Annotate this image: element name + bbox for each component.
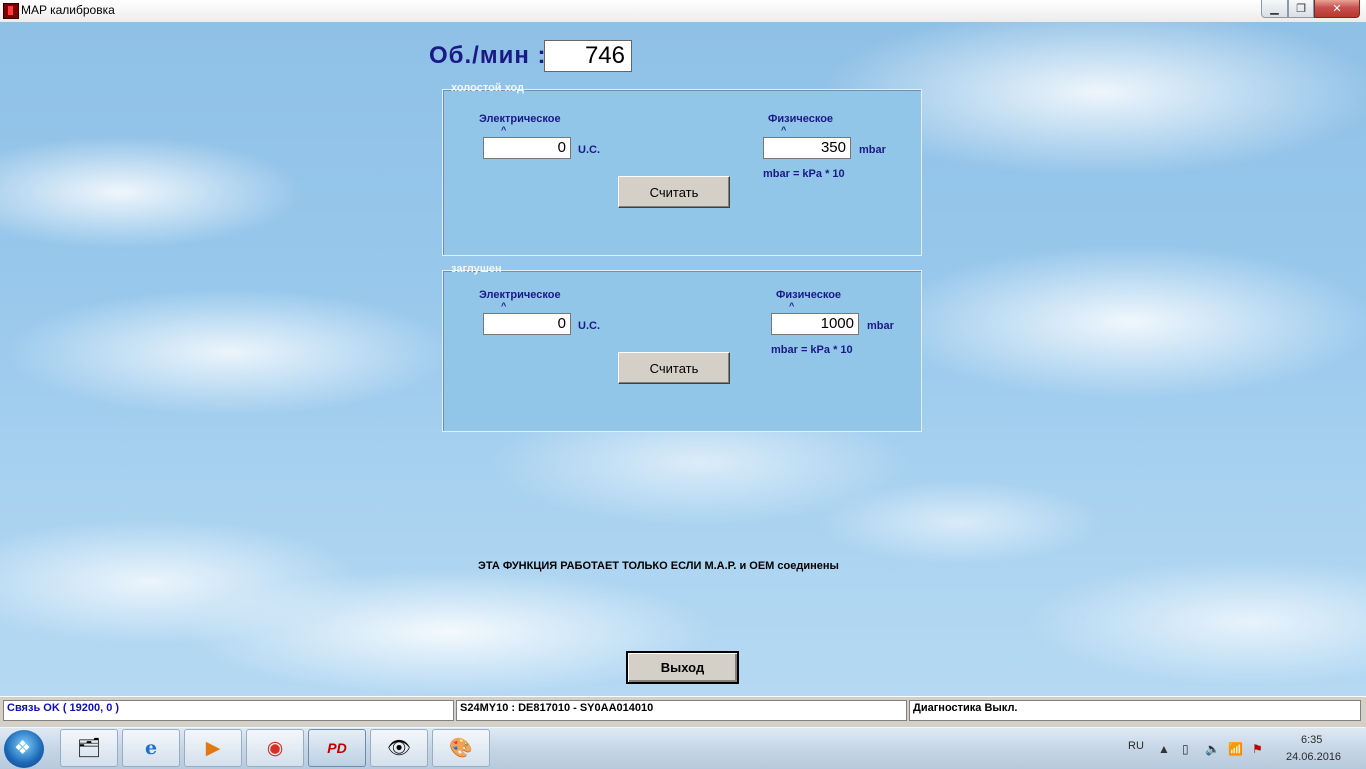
- stopped-physical-label: Физическое: [776, 289, 842, 301]
- idle-physical-label: Физическое: [768, 113, 834, 125]
- internet-explorer-icon[interactable]: e: [122, 729, 180, 767]
- stopped-electrical-label: Электрическое: [479, 289, 561, 301]
- volume-icon[interactable]: 🔈: [1205, 742, 1220, 756]
- maximize-button[interactable]: ❐: [1288, 0, 1314, 18]
- clock-date[interactable]: 24.06.2016: [1286, 751, 1341, 763]
- pd-app-icon[interactable]: PD: [308, 729, 366, 767]
- paint-icon[interactable]: 🎨: [432, 729, 490, 767]
- caret-mark: ^: [501, 301, 507, 311]
- idle-panel: холостой ход Электрическое ^ 0 U.C. Физи…: [442, 82, 922, 256]
- idle-physical-formula: mbar = kPa * 10: [763, 168, 845, 180]
- app-icon: [3, 3, 19, 19]
- minimize-button[interactable]: ▁: [1261, 0, 1288, 18]
- calibration-window: Об./мин : 746 холостой ход Электрическое…: [0, 22, 1366, 696]
- stopped-electrical-input[interactable]: 0: [483, 313, 571, 335]
- explorer-icon[interactable]: 🗂: [60, 729, 118, 767]
- stopped-physical-unit: mbar: [867, 320, 894, 332]
- idle-electrical-input[interactable]: 0: [483, 137, 571, 159]
- stopped-read-button[interactable]: Считать: [618, 352, 730, 384]
- exit-button[interactable]: Выход: [626, 651, 739, 684]
- action-center-icon[interactable]: ⚑: [1252, 742, 1263, 756]
- show-hidden-icons-icon[interactable]: ▲: [1158, 742, 1170, 756]
- title-bar: MAP калибровка ▁ ❐ ✕: [0, 0, 1366, 23]
- ecu-status: S24MY10 : DE817010 - SY0AA014010: [456, 700, 907, 721]
- stopped-panel: заглушен Электрическое ^ 0 U.C. Физическ…: [442, 263, 922, 432]
- chrome-icon[interactable]: ◉: [246, 729, 304, 767]
- media-player-icon[interactable]: ▶: [184, 729, 242, 767]
- language-indicator[interactable]: RU: [1128, 740, 1144, 752]
- idle-read-button[interactable]: Считать: [618, 176, 730, 208]
- caret-mark: ^: [501, 125, 507, 135]
- close-button[interactable]: ✕: [1314, 0, 1360, 18]
- stopped-electrical-unit: U.C.: [578, 320, 600, 332]
- rpm-display: 746: [544, 40, 632, 72]
- rpm-label: Об./мин :: [429, 42, 547, 69]
- status-bar: Связь OK ( 19200, 0 ) S24MY10 : DE817010…: [0, 696, 1366, 727]
- connection-notice: ЭТА ФУНКЦИЯ РАБОТАЕТ ТОЛЬКО ЕСЛИ М.А.Р. …: [478, 560, 839, 572]
- caret-mark: ^: [789, 301, 795, 311]
- stopped-panel-caption: заглушен: [451, 263, 502, 275]
- idle-electrical-unit: U.C.: [578, 144, 600, 156]
- idle-panel-caption: холостой ход: [451, 82, 525, 94]
- caret-mark: ^: [781, 125, 787, 135]
- stopped-physical-input[interactable]: 1000: [771, 313, 859, 335]
- idle-electrical-label: Электрическое: [479, 113, 561, 125]
- battery-icon[interactable]: ▯: [1182, 742, 1189, 756]
- idle-physical-input[interactable]: 350: [763, 137, 851, 159]
- idle-physical-unit: mbar: [859, 144, 886, 156]
- clock-time[interactable]: 6:35: [1301, 734, 1322, 746]
- window-title: MAP калибровка: [21, 3, 115, 17]
- eye-app-icon[interactable]: 👁: [370, 729, 428, 767]
- connection-status: Связь OK ( 19200, 0 ): [3, 700, 454, 721]
- taskbar: 🗂 e ▶ ◉ PD 👁 🎨 RU ▲ ▯ 🔈 📶 ⚑ 6:35 24.06.2…: [0, 727, 1366, 769]
- network-icon[interactable]: 📶: [1228, 742, 1243, 756]
- stopped-physical-formula: mbar = kPa * 10: [771, 344, 853, 356]
- diagnostics-status: Диагностика Выкл.: [909, 700, 1361, 721]
- start-button[interactable]: [4, 730, 44, 768]
